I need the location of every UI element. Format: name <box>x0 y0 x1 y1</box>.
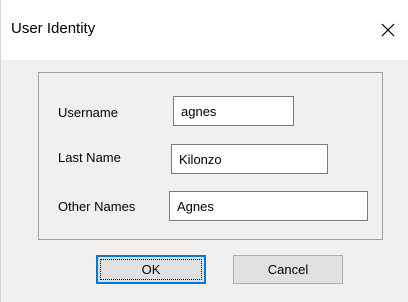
title-bar[interactable]: User Identity <box>1 0 408 60</box>
last-name-label: Last Name <box>58 150 121 165</box>
ok-button[interactable]: OK <box>96 255 206 284</box>
other-names-input[interactable] <box>169 191 368 221</box>
username-label: Username <box>58 105 118 120</box>
window-title: User Identity <box>11 20 96 37</box>
close-icon <box>381 23 395 37</box>
close-button[interactable] <box>371 12 405 48</box>
cancel-button[interactable]: Cancel <box>233 255 343 284</box>
other-names-label: Other Names <box>58 199 136 214</box>
last-name-input[interactable] <box>171 144 328 174</box>
username-input[interactable] <box>173 96 294 126</box>
ok-button-label: OK <box>141 262 161 277</box>
user-identity-dialog: User Identity Username Last Name Other N… <box>0 0 408 302</box>
